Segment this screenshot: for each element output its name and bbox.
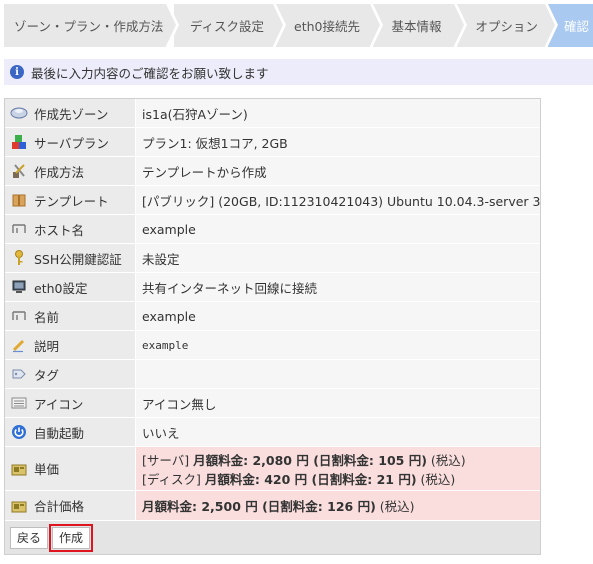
power-icon xyxy=(10,423,28,441)
step-label: ディスク設定 xyxy=(189,19,264,34)
price-line-disk: [ディスク] 月額料金: 420 円 (日割料金: 21 円) (税込) xyxy=(142,471,456,487)
row-value: いいえ xyxy=(136,418,540,446)
row-value: 未設定 xyxy=(136,244,540,272)
row-label: eth0設定 xyxy=(5,273,136,301)
row-value: [サーバ] 月額料金: 2,080 円 (日割料金: 105 円) (税込) [… xyxy=(136,447,540,490)
step-eth0[interactable]: eth0接続先 xyxy=(276,4,384,47)
monitor-icon xyxy=(10,278,28,296)
back-button[interactable]: 戻る xyxy=(10,526,49,549)
table-row: 名前 example xyxy=(5,302,540,331)
confirm-notice: i 最後に入力内容のご確認をお願い致します xyxy=(4,59,593,85)
row-label: 名前 xyxy=(5,302,136,330)
row-value: 月額料金: 2,500 円 (日割料金: 126 円) (税込) xyxy=(136,491,540,520)
row-value: example xyxy=(136,302,540,330)
step-basic-info[interactable]: 基本情報 xyxy=(373,4,468,47)
row-value: プラン1: 仮想1コア, 2GB xyxy=(136,128,540,156)
table-row: 作成先ゾーン is1a(石狩Aゾーン) xyxy=(5,99,540,128)
row-label: 作成方法 xyxy=(5,157,136,185)
keyboard-icon xyxy=(10,394,28,412)
row-value: アイコン無し xyxy=(136,389,540,417)
table-row: 説明 example xyxy=(5,331,540,360)
row-label: 説明 xyxy=(5,331,136,359)
table-row: eth0設定 共有インターネット回線に接続 xyxy=(5,273,540,302)
row-label: 自動起動 xyxy=(5,418,136,446)
table-row: SSH公開鍵認証 未設定 xyxy=(5,244,540,273)
tools-icon xyxy=(10,162,28,180)
step-options[interactable]: オプション xyxy=(457,4,558,47)
table-row: 自動起動 いいえ xyxy=(5,418,540,447)
table-row: 作成方法 テンプレートから作成 xyxy=(5,157,540,186)
row-label: テンプレート xyxy=(5,186,136,214)
step-disk[interactable]: ディスク設定 xyxy=(173,4,287,47)
step-label: ゾーン・プラン・作成方法 xyxy=(14,19,164,34)
step-label: 基本情報 xyxy=(391,19,442,34)
notice-text: 最後に入力内容のご確認をお願い致します xyxy=(31,65,269,81)
blocks-icon xyxy=(10,133,28,151)
row-label: 作成先ゾーン xyxy=(5,99,136,127)
step-zone-plan[interactable]: ゾーン・プラン・作成方法 xyxy=(4,4,179,47)
pencil-icon xyxy=(10,336,28,354)
wizard-steps: ゾーン・プラン・作成方法 ディスク設定 eth0接続先 基本情報 オプション 確… xyxy=(4,4,593,47)
step-label: 確認 xyxy=(563,19,589,34)
row-value: [パブリック] (20GB, ID:112310421043) Ubuntu 1… xyxy=(136,186,540,214)
tag-bracket-icon xyxy=(10,307,28,325)
table-row: サーバプラン プラン1: 仮想1コア, 2GB xyxy=(5,128,540,157)
row-value: example xyxy=(136,215,540,243)
table-row: テンプレート [パブリック] (20GB, ID:112310421043) U… xyxy=(5,186,540,215)
row-label: タグ xyxy=(5,360,136,388)
step-label: オプション xyxy=(475,19,538,34)
row-value: テンプレートから作成 xyxy=(136,157,540,185)
table-row-total: 合計価格 月額料金: 2,500 円 (日割料金: 126 円) (税込) xyxy=(5,491,540,521)
create-button[interactable]: 作成 xyxy=(49,523,94,552)
table-row: アイコン アイコン無し xyxy=(5,389,540,418)
price-line-server: [サーバ] 月額料金: 2,080 円 (日割料金: 105 円) (税込) xyxy=(142,452,466,468)
total-line: 月額料金: 2,500 円 (日割料金: 126 円) (税込) xyxy=(142,499,415,514)
step-label: eth0接続先 xyxy=(294,19,361,34)
tag-bracket-icon xyxy=(10,220,28,238)
coins-icon xyxy=(10,460,28,478)
confirm-table: 作成先ゾーン is1a(石狩Aゾーン) サーバプラン プラン1: 仮想1コア, … xyxy=(4,98,541,555)
row-label: 単価 xyxy=(5,447,136,490)
button-bar: 戻る 作成 xyxy=(5,521,540,554)
key-icon xyxy=(10,249,28,267)
row-value: example xyxy=(136,331,540,359)
row-value xyxy=(136,360,540,388)
row-label: 合計価格 xyxy=(5,491,136,520)
row-value: 共有インターネット回線に接続 xyxy=(136,273,540,301)
table-row: タグ xyxy=(5,360,540,389)
coins-stack-icon xyxy=(10,497,28,515)
globe-icon xyxy=(10,104,28,122)
row-label: サーバプラン xyxy=(5,128,136,156)
row-label: SSH公開鍵認証 xyxy=(5,244,136,272)
row-label: アイコン xyxy=(5,389,136,417)
info-icon: i xyxy=(10,65,24,79)
tag-icon xyxy=(10,365,28,383)
row-label: ホスト名 xyxy=(5,215,136,243)
package-icon xyxy=(10,191,28,209)
table-row-unit-price: 単価 [サーバ] 月額料金: 2,080 円 (日割料金: 105 円) (税込… xyxy=(5,447,540,491)
row-value: is1a(石狩Aゾーン) xyxy=(136,99,540,127)
table-row: ホスト名 example xyxy=(5,215,540,244)
